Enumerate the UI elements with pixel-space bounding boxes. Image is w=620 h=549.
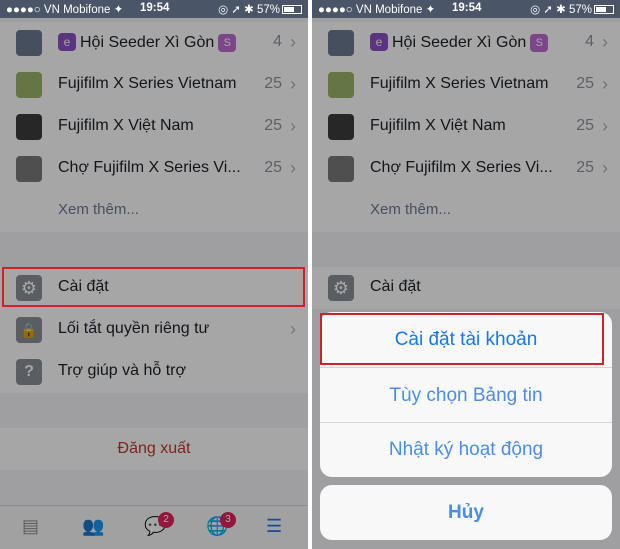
left-screen: ●●●●○ VN Mobifone ✦ 19:54 ◎ ➚ ✱ 57% e Hội… <box>0 0 308 549</box>
clock-text: 19:54 <box>452 2 482 14</box>
activity-log-option[interactable]: Nhật ký hoạt động <box>320 422 612 477</box>
battery-icon <box>594 5 614 14</box>
status-bar: ●●●●○ VN Mobifone ✦ 19:54 ◎ ➚ ✱ 57% <box>312 0 620 18</box>
right-screen: ●●●●○ VN Mobifone ✦ 19:54 ◎ ➚ ✱ 57% e Hội… <box>312 0 620 549</box>
battery-icon <box>282 5 302 14</box>
status-bar: ●●●●○ VN Mobifone ✦ 19:54 ◎ ➚ ✱ 57% <box>0 0 308 18</box>
news-feed-preferences-option[interactable]: Tùy chọn Bảng tin <box>320 368 612 423</box>
carrier-text: ●●●●○ VN Mobifone ✦ <box>6 4 124 16</box>
clock-text: 19:54 <box>140 2 170 14</box>
status-icons: ◎ ➚ ✱ 57% <box>218 2 302 16</box>
status-icons: ◎ ➚ ✱ 57% <box>530 2 614 16</box>
carrier-text: ●●●●○ VN Mobifone ✦ <box>318 4 436 16</box>
account-settings-highlight-box <box>320 313 604 365</box>
cancel-button[interactable]: Hủy <box>320 485 612 540</box>
settings-highlight-box <box>2 267 305 307</box>
